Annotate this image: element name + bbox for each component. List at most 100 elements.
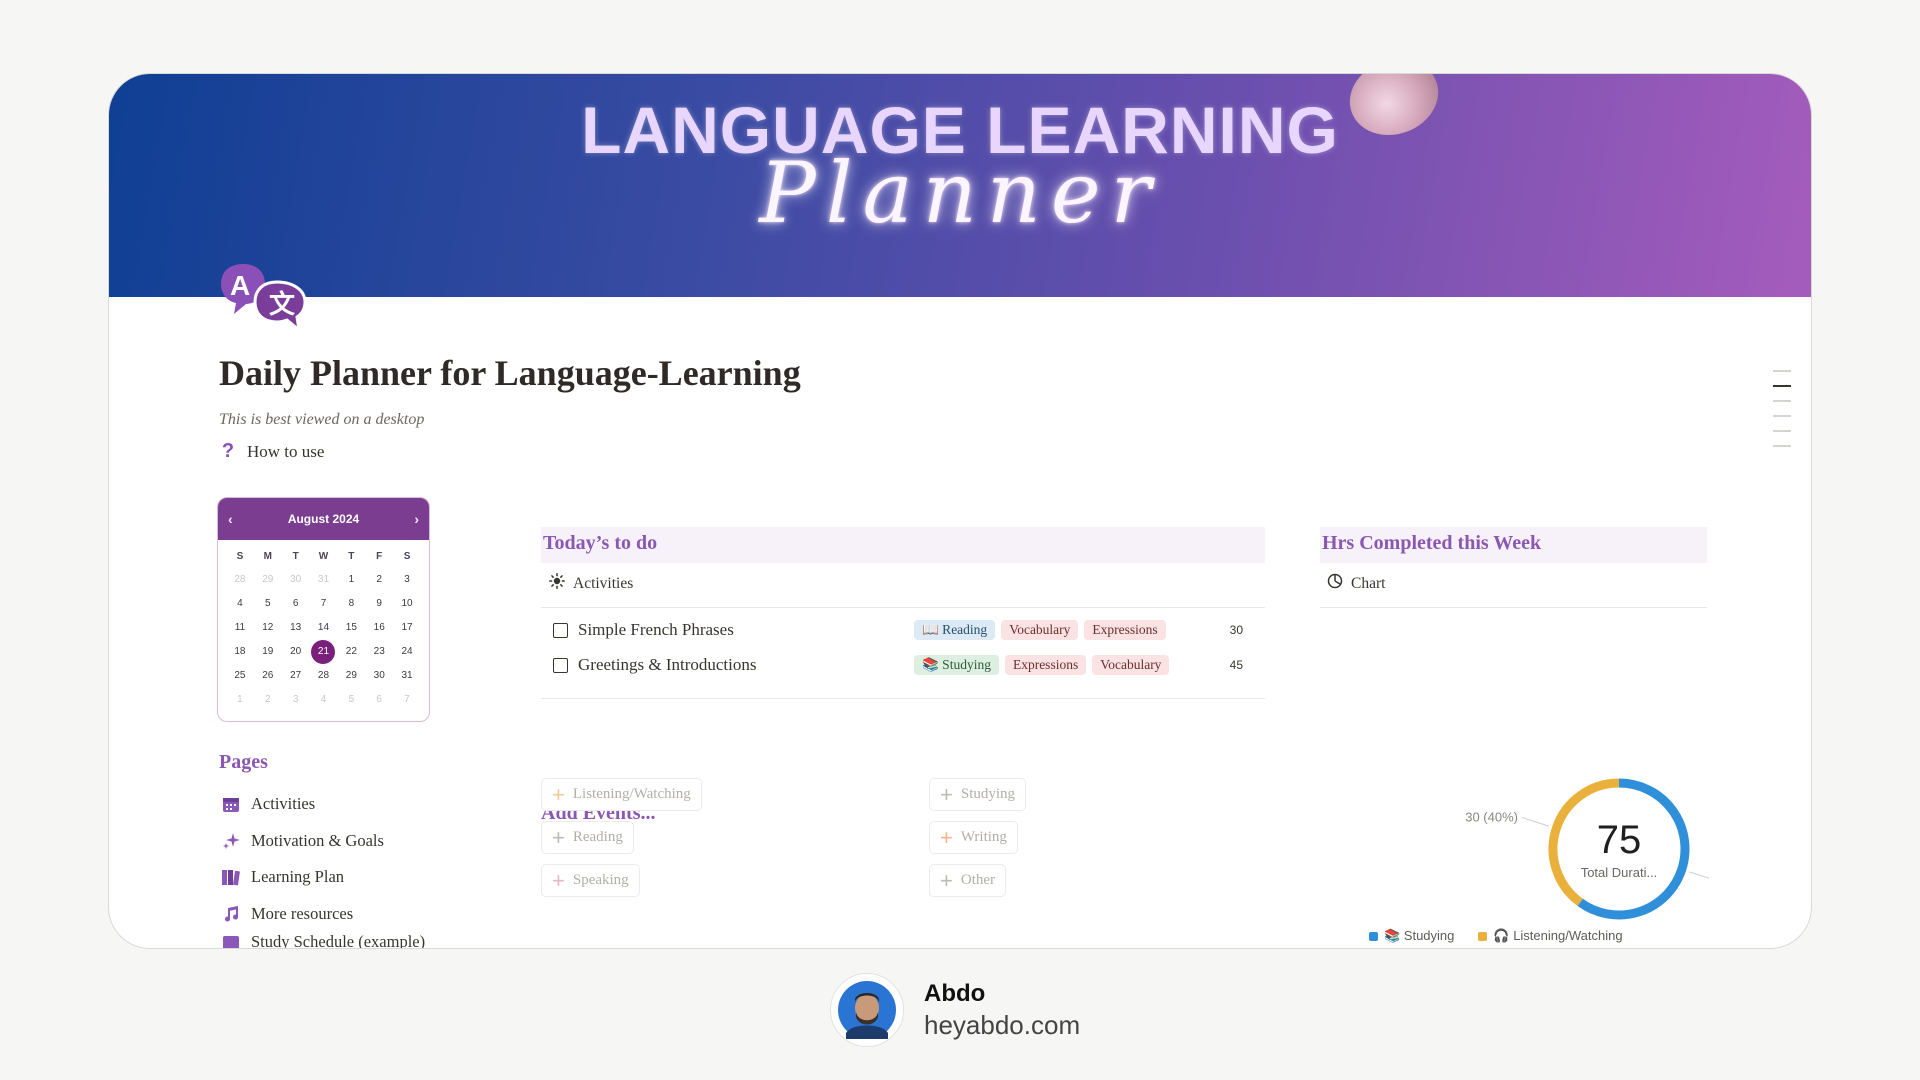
- sun-icon: [549, 573, 565, 594]
- calendar-day[interactable]: 29: [337, 664, 365, 688]
- calendar-day[interactable]: 20: [282, 640, 310, 664]
- todo-checkbox[interactable]: [553, 622, 568, 638]
- legend-label: 🎧 Listening/Watching: [1493, 928, 1623, 943]
- author-website[interactable]: heyabdo.com: [924, 1010, 1080, 1041]
- table-of-contents-rail[interactable]: [1771, 370, 1791, 460]
- topic-tag: Vocabulary: [1001, 620, 1079, 640]
- banner-script-title: Planner: [759, 144, 1161, 242]
- page-link-motivation-goals[interactable]: Motivation & Goals: [221, 823, 425, 860]
- calendar-day[interactable]: 11: [226, 616, 254, 640]
- page-link-more-resources[interactable]: More resources: [221, 896, 425, 933]
- weekday-header: S: [403, 551, 411, 562]
- question-icon: ?: [221, 440, 235, 462]
- todo-checkbox[interactable]: [553, 657, 568, 673]
- donut-center-value: 75: [1597, 818, 1642, 862]
- calendar-next-button[interactable]: ›: [414, 511, 419, 527]
- calendar-day[interactable]: 9: [365, 592, 393, 616]
- page-link-learning-plan[interactable]: Learning Plan: [221, 859, 425, 896]
- calendar-day[interactable]: 3: [393, 568, 421, 592]
- calendar-day[interactable]: 26: [254, 664, 282, 688]
- calendar-day[interactable]: 31: [393, 664, 421, 688]
- calendar-month-label: August 2024: [287, 512, 360, 526]
- page-link-activities[interactable]: Activities: [221, 786, 425, 823]
- donut-chart: 75Total Durati...45 (60%)30 (40%): [1465, 778, 1709, 920]
- calendar-day[interactable]: 22: [337, 640, 365, 664]
- add-speaking-button[interactable]: + Speaking: [541, 864, 640, 897]
- todo-name[interactable]: Simple French Phrases: [578, 620, 914, 640]
- calendar-day[interactable]: 1: [337, 568, 365, 592]
- calendar-day[interactable]: 12: [254, 616, 282, 640]
- calendar-day[interactable]: 24: [393, 640, 421, 664]
- todo-bottom-divider: [541, 698, 1265, 699]
- calendar-day[interactable]: 13: [282, 616, 310, 640]
- calendar-day[interactable]: 25: [226, 664, 254, 688]
- chart-divider: [1320, 607, 1707, 608]
- page-link-study-schedule[interactable]: Study Schedule (example): [221, 932, 426, 949]
- calendar-day[interactable]: 14: [310, 616, 338, 640]
- calendar-day[interactable]: 27: [282, 664, 310, 688]
- calendar-day[interactable]: 2: [254, 688, 282, 712]
- calendar-day[interactable]: 28: [310, 664, 338, 688]
- category-tag: 📖 Reading: [914, 620, 996, 640]
- calendar-day[interactable]: 23: [365, 640, 393, 664]
- todo-name[interactable]: Greetings & Introductions: [578, 655, 914, 675]
- calendar-day[interactable]: 4: [310, 688, 338, 712]
- calendar-day[interactable]: 17: [393, 616, 421, 640]
- plus-icon: +: [552, 781, 565, 807]
- calendar-day[interactable]: 4: [226, 592, 254, 616]
- pie-chart-icon: [1327, 573, 1343, 594]
- translate-chat-icon[interactable]: A 文: [219, 260, 307, 334]
- calendar-day[interactable]: 30: [282, 568, 310, 592]
- weekday-header: M: [263, 551, 272, 562]
- plus-icon: +: [552, 824, 565, 850]
- calendar-day[interactable]: 16: [365, 616, 393, 640]
- topic-tag: Expressions: [1004, 655, 1087, 675]
- todo-divider: [541, 607, 1265, 608]
- todo-row: Greetings & Introductions 📚 Studying Exp…: [553, 648, 1253, 682]
- calendar-day[interactable]: 29: [254, 568, 282, 592]
- cover-banner: LANGUAGE LEARNING Planner: [109, 74, 1811, 297]
- weekday-header: T: [348, 551, 355, 562]
- calendar-day[interactable]: 18: [226, 640, 254, 664]
- activities-view-tab[interactable]: Activities: [549, 573, 633, 594]
- calendar-day[interactable]: 30: [365, 664, 393, 688]
- donut-center-label: Total Durati...: [1581, 865, 1658, 880]
- chart-view-label: Chart: [1351, 574, 1386, 592]
- calendar-day[interactable]: 15: [337, 616, 365, 640]
- plus-icon: +: [940, 781, 953, 807]
- how-to-use-toggle[interactable]: ? How to use: [219, 440, 325, 463]
- add-writing-button[interactable]: + Writing: [929, 821, 1018, 854]
- page-link-label: Study Schedule (example): [251, 932, 426, 949]
- add-studying-button[interactable]: + Studying: [929, 778, 1027, 811]
- calendar-day[interactable]: 6: [365, 688, 393, 712]
- calendar-day[interactable]: 5: [337, 688, 365, 712]
- page-subtitle: This is best viewed on a desktop: [219, 411, 425, 428]
- notion-page-frame: LANGUAGE LEARNING Planner A 文 Daily Plan…: [108, 73, 1812, 949]
- calendar-widget: ‹ August 2024 › S M T W T F S 28 29 30 31 1 2 3 4 5 6 7 8 9…: [217, 497, 430, 722]
- calendar-day-today[interactable]: 21: [310, 640, 338, 664]
- calendar-day[interactable]: 6: [282, 592, 310, 616]
- svg-text:文: 文: [269, 289, 296, 319]
- add-other-button[interactable]: + Other: [929, 864, 1007, 897]
- calendar-day[interactable]: 1: [226, 688, 254, 712]
- calendar-prev-button[interactable]: ‹: [228, 511, 233, 527]
- author-name: Abdo: [924, 980, 986, 1007]
- calendar-day[interactable]: 3: [282, 688, 310, 712]
- calendar-day[interactable]: 5: [254, 592, 282, 616]
- calendar-day[interactable]: 8: [337, 592, 365, 616]
- book-icon: [221, 867, 241, 887]
- topic-tag: Vocabulary: [1092, 655, 1170, 675]
- calendar-day[interactable]: 7: [310, 592, 338, 616]
- calendar-day[interactable]: 2: [365, 568, 393, 592]
- legend-label: 📚 Studying: [1384, 928, 1455, 943]
- page-link-label: Learning Plan: [251, 867, 345, 887]
- calendar-day[interactable]: 28: [226, 568, 254, 592]
- chart-view-tab[interactable]: Chart: [1327, 573, 1385, 594]
- sparkle-icon: [221, 831, 241, 851]
- calendar-day[interactable]: 19: [254, 640, 282, 664]
- add-listening-watching-button[interactable]: + Listening/Watching: [541, 778, 702, 811]
- add-reading-button[interactable]: + Reading: [541, 821, 634, 854]
- calendar-day[interactable]: 7: [393, 688, 421, 712]
- calendar-day[interactable]: 31: [310, 568, 338, 592]
- calendar-day[interactable]: 10: [393, 592, 421, 616]
